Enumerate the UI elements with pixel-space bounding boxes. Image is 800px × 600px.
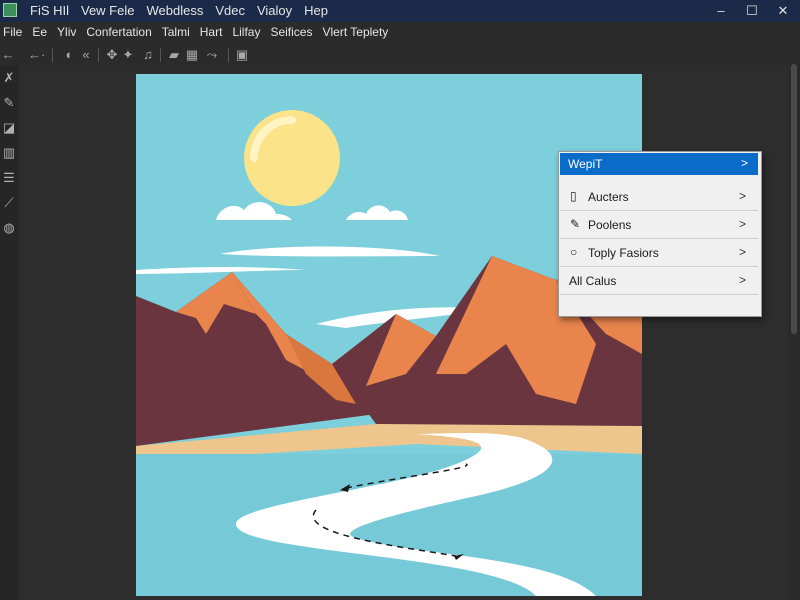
edit-icon[interactable]: ▦ — [184, 47, 200, 63]
rectangle-icon: ▯ — [570, 189, 577, 203]
sound-icon[interactable]: ♫ — [140, 47, 156, 63]
brush-icon[interactable]: ◖ — [60, 47, 76, 63]
toolbar-divider — [228, 48, 229, 62]
title-menu-item[interactable]: Webdless — [146, 3, 203, 18]
pen-icon: ✎ — [570, 217, 581, 231]
title-menu-item[interactable]: Hep — [304, 3, 328, 18]
context-menu-item-label: All Calus — [569, 274, 617, 288]
back-arrow-icon[interactable]: ← — [0, 47, 16, 63]
close-button[interactable]: ✕ — [768, 1, 798, 21]
toolbar-divider — [160, 48, 161, 62]
context-menu-item[interactable]: All Calus > — [560, 267, 758, 295]
circle-icon: ○ — [570, 245, 578, 259]
toolbar: ← ←· ◖ « ✥ ✦ ♫ ▰ ▦ ⤳ ▣ — [0, 44, 800, 67]
chevron-right-icon: > — [738, 273, 746, 287]
menu-item[interactable]: Seifices — [270, 25, 312, 39]
title-menu-item[interactable]: Vdec — [215, 3, 245, 18]
minimize-button[interactable]: – — [706, 1, 736, 21]
toolbar-divider — [98, 48, 99, 62]
title-menu: FiS HIl Vew Fele Webdless Vdec Vialoy He… — [30, 3, 328, 18]
context-menu-header[interactable]: WepiT > — [560, 153, 758, 175]
vertical-scrollbar[interactable] — [788, 44, 800, 600]
context-menu-item[interactable]: ○ Toply Fasiors > — [560, 239, 758, 267]
sun — [244, 110, 340, 206]
context-menu-item[interactable]: ▯ Aucters > — [560, 183, 758, 211]
scrollbar-thumb[interactable] — [791, 64, 797, 334]
chevron-right-icon: > — [740, 156, 748, 170]
title-menu-item[interactable]: Vialoy — [257, 3, 292, 18]
menu-bar: File Ee Yliv Confertation Talmi Hart Lil… — [0, 22, 800, 44]
menu-item[interactable]: Hart — [200, 25, 223, 39]
menu-item[interactable]: Confertation — [86, 25, 151, 39]
chevron-right-icon: > — [738, 189, 746, 203]
menu-item[interactable]: Yliv — [57, 25, 76, 39]
menu-item[interactable]: Ee — [32, 25, 47, 39]
stack-icon[interactable]: ☰ — [1, 170, 17, 186]
globe-icon[interactable]: ◍ — [1, 220, 17, 236]
context-menu: WepiT > ▯ Aucters > ✎ Poolens > ○ Toply … — [558, 151, 762, 317]
context-menu-item-label: Aucters — [588, 190, 629, 204]
figure-icon[interactable]: ✗ — [1, 70, 17, 86]
eyedropper-icon[interactable]: ⟋ — [1, 195, 17, 211]
arrow-back-icon[interactable]: « — [78, 47, 94, 63]
move-icon[interactable]: ✦ — [120, 47, 136, 63]
shapes-icon[interactable]: ◪ — [1, 120, 17, 136]
menu-item-file[interactable]: File — [3, 25, 22, 39]
title-menu-item[interactable]: Vew Fele — [81, 3, 134, 18]
menu-item[interactable]: Talmi — [162, 25, 190, 39]
bars-icon[interactable]: ▥ — [1, 145, 17, 161]
pen-icon[interactable]: ✎ — [1, 95, 17, 111]
comment-icon[interactable]: ▰ — [166, 47, 182, 63]
menu-item[interactable]: Vlert Teplety — [322, 25, 388, 39]
context-menu-title: WepiT — [568, 157, 603, 171]
maximize-button[interactable]: ☐ — [737, 1, 767, 21]
context-menu-item-label: Poolens — [588, 218, 632, 232]
title-bar: FiS HIl Vew Fele Webdless Vdec Vialoy He… — [0, 0, 800, 22]
toolbar-divider — [52, 48, 53, 62]
run-icon[interactable]: ⤳ — [204, 47, 220, 63]
move-icon[interactable]: ✥ — [104, 47, 120, 63]
chevron-right-icon: > — [738, 245, 746, 259]
water — [136, 454, 642, 596]
app-icon — [3, 3, 17, 17]
left-tool-panel: ✗ ✎ ◪ ▥ ☰ ⟋ ◍ — [0, 66, 18, 600]
menu-item[interactable]: Lilfay — [232, 25, 260, 39]
context-menu-item[interactable]: ✎ Poolens > — [560, 211, 758, 239]
grid-icon[interactable]: ▣ — [234, 47, 250, 63]
title-menu-item[interactable]: FiS HIl — [30, 3, 69, 18]
forward-arrow-icon[interactable]: ←· — [28, 47, 45, 63]
context-menu-item-label: Toply Fasiors — [588, 246, 659, 260]
chevron-right-icon: > — [738, 217, 746, 231]
